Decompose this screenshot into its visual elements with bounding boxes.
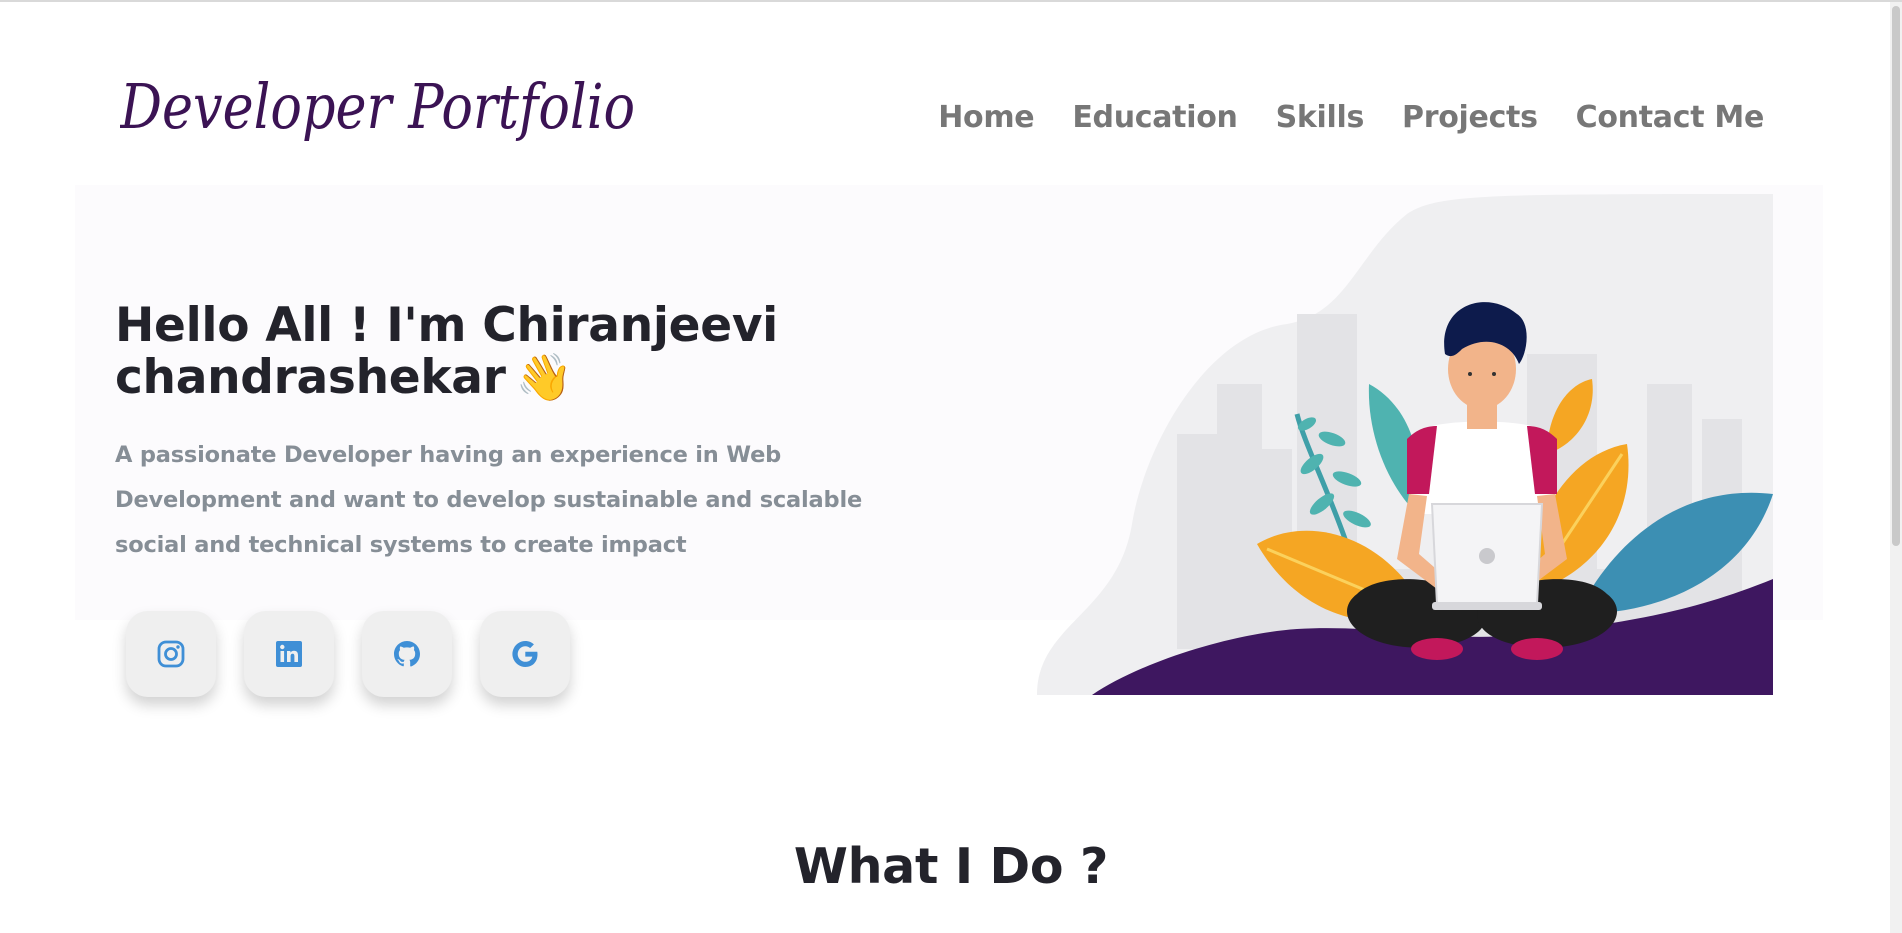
window-top-border [0,0,1902,2]
instagram-icon [157,640,185,668]
what-i-do-heading: What I Do ? [793,838,1109,895]
nav-contact-me[interactable]: Contact Me [1576,100,1765,135]
site-logo[interactable]: Developer Portfolio [120,68,640,168]
page-scrollbar[interactable] [1890,2,1902,933]
linkedin-button[interactable] [244,611,334,697]
nav-home[interactable]: Home [938,100,1034,135]
nav-education[interactable]: Education [1072,100,1238,135]
nav-projects[interactable]: Projects [1402,100,1538,135]
linkedin-icon [276,641,302,667]
google-button[interactable] [480,611,570,697]
hero-subtitle: A passionate Developer having an experie… [115,442,863,559]
main-nav: Home Education Skills Projects Contact M… [938,100,1764,135]
hero-title-line1: Hello All ! I'm Chiranjeevi [115,298,778,353]
hero-greeting: Hello All ! I'm Chiranjeevi chandrasheka… [115,300,935,568]
scrollbar-thumb[interactable] [1892,6,1900,546]
waving-hand-icon: 👋 [515,349,573,404]
logo-text: Developer Portfolio [120,70,635,143]
hero-title-line2: chandrashekar [115,349,506,405]
hero-title: Hello All ! I'm Chiranjeevi chandrasheka… [115,300,935,403]
instagram-button[interactable] [126,611,216,697]
developer-illustration [1037,194,1773,695]
google-icon [512,641,538,667]
social-links [126,611,570,697]
nav-skills[interactable]: Skills [1276,100,1365,135]
github-icon [394,641,420,667]
github-button[interactable] [362,611,452,697]
